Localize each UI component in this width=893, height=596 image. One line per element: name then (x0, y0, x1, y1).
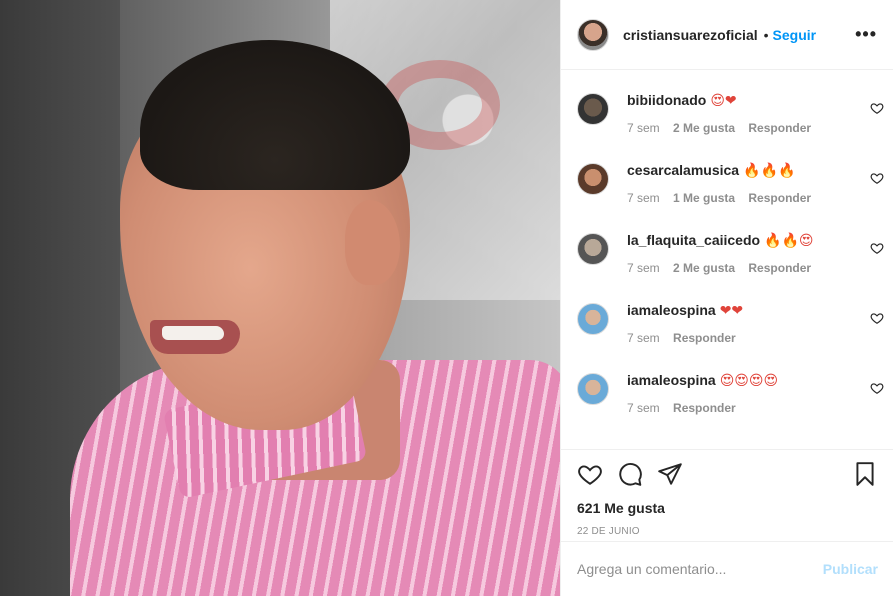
comment-item: iamaleospina 😍😍😍😍 7 sem Responder (561, 351, 893, 421)
comment-item: iamaleospina ❤❤ 7 sem Responder (561, 281, 893, 351)
post-side-panel: cristiansuarezoficial • Seguir ••• bibii… (560, 0, 893, 596)
comment-item: bibiidonado 😍❤ 7 sem 2 Me gusta Responder (561, 71, 893, 141)
comment-time[interactable]: 7 sem (627, 401, 660, 415)
post-date[interactable]: 22 DE JUNIO (577, 526, 878, 537)
comment-likes[interactable]: 2 Me gusta (673, 261, 735, 275)
commenter-avatar[interactable] (577, 373, 609, 405)
like-comment-heart-icon[interactable] (870, 171, 884, 185)
commenter-avatar[interactable] (577, 303, 609, 335)
comment-username[interactable]: iamaleospina (627, 372, 716, 388)
comment-bubble-icon[interactable] (617, 461, 643, 487)
likes-count[interactable]: 621 Me gusta (577, 500, 878, 516)
comment-time[interactable]: 7 sem (627, 191, 660, 205)
header-separator: • (763, 26, 769, 43)
like-comment-heart-icon[interactable] (870, 381, 884, 395)
action-bar (577, 460, 878, 488)
publish-button[interactable]: Publicar (823, 561, 878, 577)
author-username[interactable]: cristiansuarezoficial (623, 27, 758, 43)
follow-button[interactable]: Seguir (773, 27, 817, 43)
post-photo[interactable] (0, 0, 560, 596)
like-heart-icon[interactable] (577, 461, 603, 487)
comment-text: 🔥🔥🔥 (743, 162, 796, 178)
comment-time[interactable]: 7 sem (627, 121, 660, 135)
comment-username[interactable]: la_flaquita_caiicedo (627, 232, 760, 248)
reply-button[interactable]: Responder (748, 191, 811, 205)
comment-item: cesarcalamusica 🔥🔥🔥 7 sem 1 Me gusta Resp… (561, 141, 893, 211)
comment-text: 😍😍😍😍 (719, 372, 779, 388)
add-comment-bar: Publicar (561, 541, 893, 596)
teeth (162, 326, 224, 340)
comment-time[interactable]: 7 sem (627, 261, 660, 275)
comment-text: ❤❤ (719, 302, 744, 318)
comment-likes[interactable]: 2 Me gusta (673, 121, 735, 135)
comments-list[interactable]: bibiidonado 😍❤ 7 sem 2 Me gusta Responder… (561, 71, 893, 449)
comment-text: 😍❤ (710, 92, 737, 108)
commenter-avatar[interactable] (577, 233, 609, 265)
more-options-icon[interactable]: ••• (855, 24, 877, 45)
post-actions-area: 621 Me gusta 22 DE JUNIO (561, 449, 893, 540)
save-bookmark-icon[interactable] (852, 461, 878, 487)
reply-button[interactable]: Responder (748, 121, 811, 135)
commenter-avatar[interactable] (577, 93, 609, 125)
comment-item: la_flaquita_caiicedo 🔥🔥😍 7 sem 2 Me gusta… (561, 211, 893, 281)
comment-username[interactable]: iamaleospina (627, 302, 716, 318)
comment-time[interactable]: 7 sem (627, 331, 660, 345)
like-comment-heart-icon[interactable] (870, 241, 884, 255)
comment-username[interactable]: cesarcalamusica (627, 162, 739, 178)
post-header: cristiansuarezoficial • Seguir ••• (561, 0, 893, 70)
share-paper-plane-icon[interactable] (657, 461, 683, 487)
reply-button[interactable]: Responder (673, 331, 736, 345)
comment-input[interactable] (577, 561, 823, 577)
like-comment-heart-icon[interactable] (870, 101, 884, 115)
commenter-avatar[interactable] (577, 163, 609, 195)
comment-text: 🔥🔥😍 (764, 232, 814, 248)
reply-button[interactable]: Responder (673, 401, 736, 415)
author-avatar[interactable] (577, 18, 609, 51)
comment-username[interactable]: bibiidonado (627, 92, 706, 108)
comment-likes[interactable]: 1 Me gusta (673, 191, 735, 205)
reply-button[interactable]: Responder (748, 261, 811, 275)
like-comment-heart-icon[interactable] (870, 311, 884, 325)
